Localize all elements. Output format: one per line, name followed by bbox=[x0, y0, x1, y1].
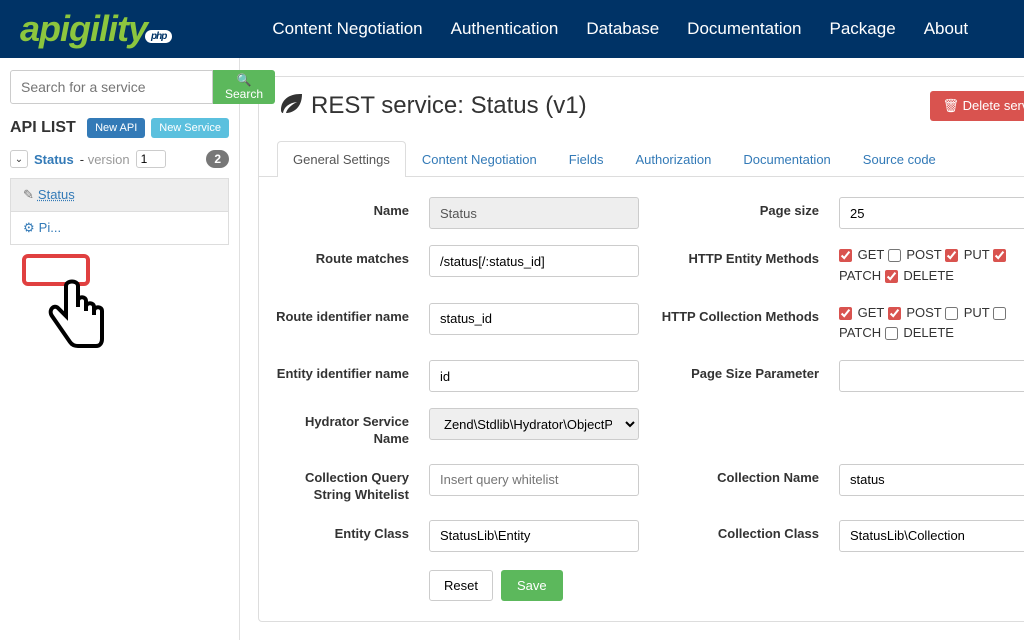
label-page-size-param: Page Size Parameter bbox=[659, 360, 819, 383]
select-hydrator[interactable]: Zend\Stdlib\Hydrator\ObjectProperty bbox=[429, 408, 639, 440]
checkbox-post[interactable] bbox=[888, 249, 901, 262]
label-whitelist: Collection Query String Whitelist bbox=[269, 464, 409, 504]
tab-authorization[interactable]: Authorization bbox=[619, 141, 727, 177]
search-input[interactable] bbox=[10, 70, 213, 104]
api-list-title: API LIST bbox=[10, 119, 76, 137]
input-entity-class[interactable] bbox=[429, 520, 639, 552]
input-page-size-param[interactable] bbox=[839, 360, 1024, 392]
nav-content-negotiation[interactable]: Content Negotiation bbox=[272, 19, 422, 39]
checkbox-delete[interactable] bbox=[885, 270, 898, 283]
method-get[interactable]: GET bbox=[839, 305, 888, 320]
nav-about[interactable]: About bbox=[924, 19, 968, 39]
label-route-matches: Route matches bbox=[269, 245, 409, 268]
nav-authentication[interactable]: Authentication bbox=[451, 19, 559, 39]
checkbox-patch[interactable] bbox=[993, 307, 1006, 320]
method-post[interactable]: POST bbox=[888, 305, 945, 320]
search-button[interactable]: 🔍 Search bbox=[213, 70, 275, 104]
method-delete[interactable]: DELETE bbox=[885, 325, 954, 340]
logo: apigilityphp bbox=[20, 8, 172, 50]
trash-icon: 🗑 bbox=[942, 98, 959, 113]
checkbox-post[interactable] bbox=[888, 307, 901, 320]
cursor-icon bbox=[46, 276, 118, 366]
tabs: General Settings Content Negotiation Fie… bbox=[259, 141, 1024, 177]
checkbox-get[interactable] bbox=[839, 249, 852, 262]
input-page-size[interactable] bbox=[839, 197, 1024, 229]
checkbox-delete[interactable] bbox=[885, 327, 898, 340]
version-label: - version bbox=[80, 152, 130, 167]
input-route-id[interactable] bbox=[429, 303, 639, 335]
label-entity-methods: HTTP Entity Methods bbox=[659, 245, 819, 268]
method-put[interactable]: PUT bbox=[945, 305, 993, 320]
label-page-size: Page size bbox=[659, 197, 819, 220]
api-collapse-toggle[interactable]: ⌄ bbox=[10, 150, 28, 168]
checkbox-put[interactable] bbox=[945, 307, 958, 320]
checkbox-patch[interactable] bbox=[993, 249, 1006, 262]
checkbox-put[interactable] bbox=[945, 249, 958, 262]
collection-methods-checkboxes: GET POST PUT PATCH DELETE bbox=[839, 303, 1024, 345]
label-entity-class: Entity Class bbox=[269, 520, 409, 543]
input-whitelist[interactable] bbox=[429, 464, 639, 496]
top-navbar: apigilityphp Content Negotiation Authent… bbox=[0, 0, 1024, 58]
nav-package[interactable]: Package bbox=[830, 19, 896, 39]
input-collection-name[interactable] bbox=[839, 464, 1024, 496]
delete-service-button[interactable]: 🗑 Delete service bbox=[930, 91, 1024, 121]
leaf-icon: ✎ bbox=[23, 187, 34, 202]
entity-methods-checkboxes: GET POST PUT PATCH DELETE bbox=[839, 245, 1024, 287]
method-put[interactable]: PUT bbox=[945, 247, 993, 262]
tab-fields[interactable]: Fields bbox=[553, 141, 620, 177]
label-route-id: Route identifier name bbox=[269, 303, 409, 326]
tab-general-settings[interactable]: General Settings bbox=[277, 141, 406, 177]
page-title: REST service: Status (v1) bbox=[279, 92, 587, 120]
reset-button[interactable]: Reset bbox=[429, 570, 493, 601]
label-collection-name: Collection Name bbox=[659, 464, 819, 487]
label-entity-id: Entity identifier name bbox=[269, 360, 409, 383]
service-row-status[interactable]: ✎Status bbox=[10, 178, 229, 212]
leaf-icon bbox=[279, 92, 303, 120]
method-post[interactable]: POST bbox=[888, 247, 945, 262]
label-name: Name bbox=[269, 197, 409, 220]
input-name bbox=[429, 197, 639, 229]
version-select[interactable] bbox=[136, 150, 166, 168]
tab-source-code[interactable]: Source code bbox=[847, 141, 952, 177]
leaf-icon: ⚙ bbox=[23, 220, 35, 235]
nav-links: Content Negotiation Authentication Datab… bbox=[272, 19, 968, 39]
service-count-badge: 2 bbox=[206, 150, 229, 168]
search-icon: 🔍 bbox=[237, 73, 252, 87]
highlight-box bbox=[22, 254, 90, 286]
label-collection-class: Collection Class bbox=[659, 520, 819, 543]
service-row-2[interactable]: ⚙Pi... bbox=[10, 212, 229, 245]
new-service-button[interactable]: New Service bbox=[151, 118, 229, 138]
sidebar: 🔍 Search API LIST New API New Service ⌄ … bbox=[0, 58, 240, 640]
new-api-button[interactable]: New API bbox=[87, 118, 145, 138]
api-name[interactable]: Status bbox=[34, 152, 74, 167]
checkbox-get[interactable] bbox=[839, 307, 852, 320]
method-delete[interactable]: DELETE bbox=[885, 268, 954, 283]
tab-documentation[interactable]: Documentation bbox=[727, 141, 846, 177]
input-route-matches[interactable] bbox=[429, 245, 639, 277]
label-collection-methods: HTTP Collection Methods bbox=[659, 303, 819, 326]
input-collection-class[interactable] bbox=[839, 520, 1024, 552]
label-hydrator: Hydrator Service Name bbox=[269, 408, 409, 448]
method-get[interactable]: GET bbox=[839, 247, 888, 262]
tab-content-negotiation[interactable]: Content Negotiation bbox=[406, 141, 553, 177]
nav-documentation[interactable]: Documentation bbox=[687, 19, 801, 39]
nav-database[interactable]: Database bbox=[586, 19, 659, 39]
input-entity-id[interactable] bbox=[429, 360, 639, 392]
content-area: REST service: Status (v1) 🗑 Delete servi… bbox=[240, 58, 1024, 640]
save-button[interactable]: Save bbox=[501, 570, 563, 601]
